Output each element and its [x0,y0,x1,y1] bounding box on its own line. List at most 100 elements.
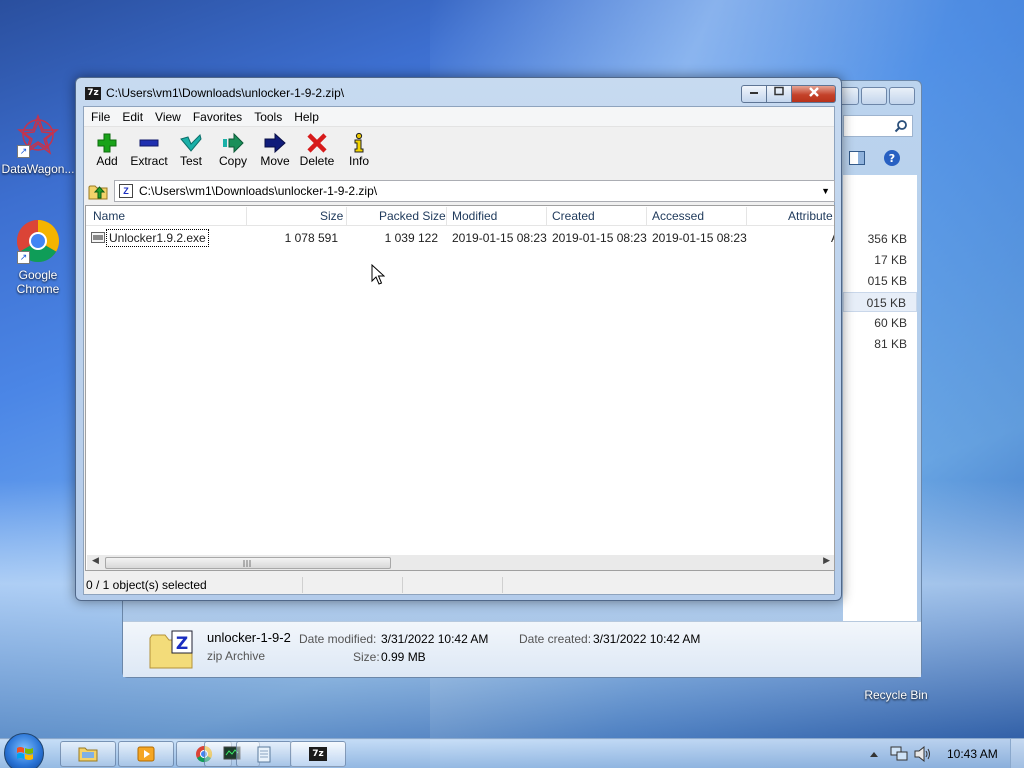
preview-pane-icon[interactable] [849,151,865,165]
path-text: C:\Users\vm1\Downloads\unlocker-1-9-2.zi… [139,184,378,198]
start-button[interactable] [4,733,44,768]
file-size: 81 KB [874,337,907,351]
row-size: 1 078 591 [284,231,338,245]
scrollbar-thumb[interactable] [105,557,391,569]
menu-file[interactable]: File [85,107,116,126]
zip-archive-icon: Z [149,630,193,669]
menu-favorites[interactable]: Favorites [187,107,248,126]
folder-icon [78,747,98,762]
svg-text:Z: Z [176,634,188,654]
menu-edit[interactable]: Edit [116,107,149,126]
extract-button[interactable]: Extract [128,128,170,176]
minimize-button[interactable] [741,85,767,103]
up-folder-button[interactable] [88,181,108,201]
status-divider [502,577,503,593]
windows-logo-icon [17,747,33,760]
maximize-icon [774,86,784,96]
table-row[interactable]: Unlocker1.9.2.exe 1 078 591 1 039 122 20… [86,228,834,248]
chevron-down-icon[interactable]: ▼ [821,181,830,201]
menu-view[interactable]: View [149,107,187,126]
desktop-icon-label: Recycle Bin [864,688,928,702]
path-input[interactable]: Z C:\Users\vm1\Downloads\unlocker-1-9-2.… [114,180,835,202]
status-divider [402,577,403,593]
notepad-icon [257,746,271,763]
minus-icon [139,139,159,147]
scroll-right-icon[interactable]: ▶ [823,556,830,566]
status-divider [302,577,303,593]
taskbar-clock[interactable]: 10:43 AM [947,747,998,761]
move-arrow-icon [264,132,286,154]
show-desktop-button[interactable] [1010,739,1024,768]
help-icon[interactable]: ? [883,149,901,167]
details-created-label: Date created: [519,632,592,646]
maximize-button[interactable] [767,85,792,103]
show-hidden-icons-icon[interactable] [869,750,879,758]
plus-icon [97,133,117,153]
file-size: 015 KB [867,274,907,288]
close-icon [808,87,819,97]
minimize-icon [750,92,758,94]
details-size-label: Size: [353,650,380,664]
exe-file-icon [91,232,105,243]
copy-button[interactable]: Copy [212,128,254,176]
row-file-name: Unlocker1.9.2.exe [106,229,209,247]
column-header-size[interactable]: Size [320,209,343,223]
menu-help[interactable]: Help [288,107,325,126]
desktop-icon-label: Google Chrome [16,268,60,296]
explorer-toolbar: ? [845,143,917,173]
explorer-maximize-button[interactable] [861,87,887,105]
move-button[interactable]: Move [254,128,296,176]
7zip-icon: 7z [309,747,327,761]
7zip-app-icon: 7z [85,87,101,100]
taskbar-media-player[interactable] [118,741,174,767]
mouse-cursor-icon [371,264,385,285]
window-title: C:\Users\vm1\Downloads\unlocker-1-9-2.zi… [106,86,345,100]
shortcut-arrow-icon: ↗ [17,145,30,158]
column-header-created[interactable]: Created [552,209,595,223]
explorer-close-button[interactable] [889,87,915,105]
archive-file-list[interactable]: Name Size Packed Size Modified Created A… [85,205,835,571]
7zip-window[interactable]: 7z C:\Users\vm1\Downloads\unlocker-1-9-2… [75,77,842,601]
network-icon[interactable] [890,746,908,762]
info-button[interactable]: Info [338,128,380,176]
delete-button[interactable]: Delete [296,128,338,176]
title-bar[interactable]: 7z C:\Users\vm1\Downloads\unlocker-1-9-2… [76,78,841,108]
caption-buttons [741,85,836,103]
close-button[interactable] [792,85,836,103]
file-size: 60 KB [874,316,907,330]
row-accessed: 2019-01-15 08:23 [652,231,747,245]
column-header-packed-size[interactable]: Packed Size [379,209,446,223]
horizontal-scrollbar[interactable]: ◀ ▶ [87,555,834,570]
desktop-icon-google-chrome[interactable]: ↗ Google Chrome [0,218,76,296]
svg-text:?: ? [889,152,895,165]
menu-bar: File Edit View Favorites Tools Help [84,107,834,127]
scroll-left-icon[interactable]: ◀ [92,556,99,566]
shortcut-arrow-icon: ↗ [17,251,30,264]
row-attribute: A [831,231,834,245]
row-created: 2019-01-15 08:23 [552,231,647,245]
address-bar: Z C:\Users\vm1\Downloads\unlocker-1-9-2.… [84,179,835,203]
column-header-modified[interactable]: Modified [452,209,497,223]
column-header-attribute[interactable]: Attribute [788,209,833,223]
taskbar: 7z 10:43 AM [0,733,1024,768]
details-size-value: 0.99 MB [381,650,426,664]
window-client-area: File Edit View Favorites Tools Help Add … [83,106,835,595]
taskbar-notepad[interactable] [236,741,292,767]
desktop-icon-datawagon[interactable]: ↗ DataWagon... [0,112,76,176]
details-file-name: unlocker-1-9-2 [207,630,291,645]
checkmark-icon [180,134,202,152]
up-folder-icon [88,185,108,200]
explorer-search-input[interactable] [843,115,913,137]
add-button[interactable]: Add [86,128,128,176]
status-bar: 0 / 1 object(s) selected [84,575,834,595]
taskbar-7zip[interactable]: 7z [290,741,346,767]
volume-icon[interactable] [914,746,932,762]
details-modified-value: 3/31/2022 10:42 AM [381,632,489,646]
column-header-name[interactable]: Name [93,209,125,223]
row-packed-size: 1 039 122 [384,231,438,245]
taskbar-explorer[interactable] [60,741,116,767]
menu-tools[interactable]: Tools [248,107,288,126]
test-button[interactable]: Test [170,128,212,176]
column-header-accessed[interactable]: Accessed [652,209,704,223]
list-header: Name Size Packed Size Modified Created A… [86,206,834,226]
